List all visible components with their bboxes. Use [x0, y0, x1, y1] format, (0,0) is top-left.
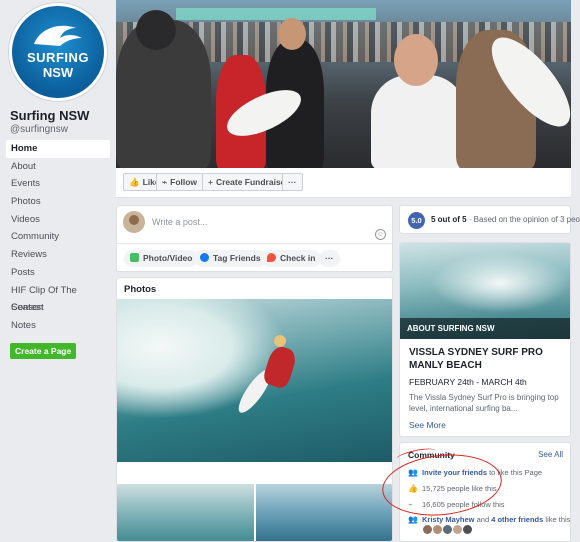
rating-out-of: 5 out of 5	[431, 215, 467, 224]
about-caption: ABOUT SURFING NSW	[400, 318, 570, 339]
sidebar-item-events[interactable]: Events	[6, 175, 110, 193]
friends-rest: like this	[543, 515, 571, 524]
photo-main[interactable]	[117, 299, 392, 462]
check-in-button[interactable]: Check in	[261, 250, 322, 267]
thumbs-up-icon: 👍	[129, 177, 140, 187]
follow-label: Follow	[170, 177, 198, 187]
photo-thumb-1[interactable]	[117, 484, 254, 541]
photo-video-button[interactable]: Photo/Video	[124, 250, 199, 267]
friend-avatar[interactable]	[443, 525, 452, 534]
page-profile-picture[interactable]: SURFING NSW	[9, 3, 107, 101]
friends-mid: and	[474, 515, 492, 524]
about-image[interactable]: ABOUT SURFING NSW	[400, 243, 570, 339]
logo-text-surfing: SURFING	[27, 50, 89, 65]
plus-icon: +	[208, 177, 213, 187]
friend-avatar[interactable]	[423, 525, 432, 534]
cover-surfer-head	[278, 18, 306, 50]
write-post-input[interactable]: Write a post...	[152, 217, 207, 227]
follow-button[interactable]: ⌁ Follow	[156, 173, 204, 191]
tag-friends-button[interactable]: Tag Friends	[194, 250, 267, 267]
surfing-nsw-logo: SURFING NSW	[12, 6, 104, 98]
sidebar-item-hif-clip[interactable]: HIF Clip Of The Season	[6, 282, 110, 314]
friend-avatar[interactable]	[433, 525, 442, 534]
surfer-head	[274, 335, 286, 347]
cover-photo[interactable]	[116, 0, 571, 168]
photos-card: Photos	[116, 277, 393, 542]
about-card: ABOUT SURFING NSW VISSLA SYDNEY SURF PRO…	[399, 242, 571, 437]
event-title[interactable]: VISSLA SYDNEY SURF PRO MANLY BEACH	[409, 346, 567, 372]
friend-avatar[interactable]	[453, 525, 462, 534]
sidebar-item-photos[interactable]: Photos	[6, 193, 110, 211]
cover-person-white-shirt	[371, 75, 466, 168]
photo-thumb-2[interactable]	[256, 484, 392, 541]
sidebar-item-community[interactable]: Community	[6, 228, 110, 246]
sidebar-item-notes[interactable]: Notes	[6, 317, 110, 335]
logo-text-nsw: NSW	[42, 65, 74, 80]
friend-name-link[interactable]: Kristy Mayhew	[422, 515, 475, 524]
sidebar-item-reviews[interactable]: Reviews	[6, 246, 110, 264]
rating-badge: 5.0	[408, 212, 425, 229]
rating-summary: 5 out of 5 · Based on the opinion of 3 p…	[431, 215, 580, 224]
page-nav: Home About Events Photos Videos Communit…	[6, 140, 110, 335]
other-friends-link[interactable]: 4 other friends	[491, 515, 543, 524]
left-sidebar: SURFING NSW Surfing NSW @surfingnsw Home…	[0, 0, 116, 542]
friend-avatars	[423, 525, 473, 537]
see-more-link[interactable]: See More	[409, 420, 446, 430]
post-composer: Write a post... ☺ Photo/Video Tag Friend…	[116, 205, 393, 272]
user-avatar	[123, 211, 145, 233]
friends-icon: 👥	[408, 515, 418, 524]
sidebar-item-contest[interactable]: Contest	[6, 299, 110, 317]
wave-foam	[117, 299, 287, 419]
create-fundraiser-button[interactable]: + Create Fundraiser	[202, 173, 295, 191]
page-handle[interactable]: @surfingnsw	[10, 124, 68, 135]
sidebar-item-about[interactable]: About	[6, 158, 110, 176]
rating-card[interactable]: 5.0 5 out of 5 · Based on the opinion of…	[399, 205, 580, 234]
composer-divider	[117, 243, 392, 244]
emoji-icon[interactable]: ☺	[375, 229, 386, 240]
about-image-foam	[430, 253, 570, 313]
check-in-label: Check in	[280, 253, 316, 263]
wave-logo-icon	[34, 25, 82, 46]
rss-icon: ⌁	[162, 177, 168, 187]
tag-friends-icon	[200, 253, 209, 262]
photo-icon	[130, 253, 139, 262]
page-action-bar: 👍 Like ⌁ Follow + Create Fundraiser ···	[116, 168, 571, 198]
photo-video-label: Photo/Video	[143, 253, 193, 263]
create-page-button[interactable]: Create a Page	[10, 343, 77, 359]
event-description: The Vissla Sydney Surf Pro is bringing t…	[409, 393, 559, 413]
cover-person-bald-head	[394, 34, 438, 86]
event-dates: FEBRUARY 24th - MARCH 4th	[409, 377, 527, 387]
more-actions-button[interactable]: ···	[282, 173, 303, 191]
sidebar-item-videos[interactable]: Videos	[6, 211, 110, 229]
friend-avatar[interactable]	[463, 525, 472, 534]
photos-title[interactable]: Photos	[124, 284, 156, 295]
cover-background-banner	[176, 8, 376, 20]
see-all-link[interactable]: See All	[538, 450, 563, 459]
friends-row: 👥 Kristy Mayhew and 4 other friends like …	[408, 515, 570, 524]
rating-detail: · Based on the opinion of 3 people	[468, 215, 580, 224]
tag-friends-label: Tag Friends	[213, 253, 261, 263]
sidebar-item-home[interactable]: Home	[6, 140, 110, 158]
sidebar-item-posts[interactable]: Posts	[6, 264, 110, 282]
page-name[interactable]: Surfing NSW	[10, 108, 89, 123]
fundraiser-label: Create Fundraiser	[215, 177, 289, 187]
location-pin-icon	[267, 253, 276, 262]
cover-person-cap	[136, 10, 176, 50]
composer-more-button[interactable]: ···	[319, 250, 340, 267]
